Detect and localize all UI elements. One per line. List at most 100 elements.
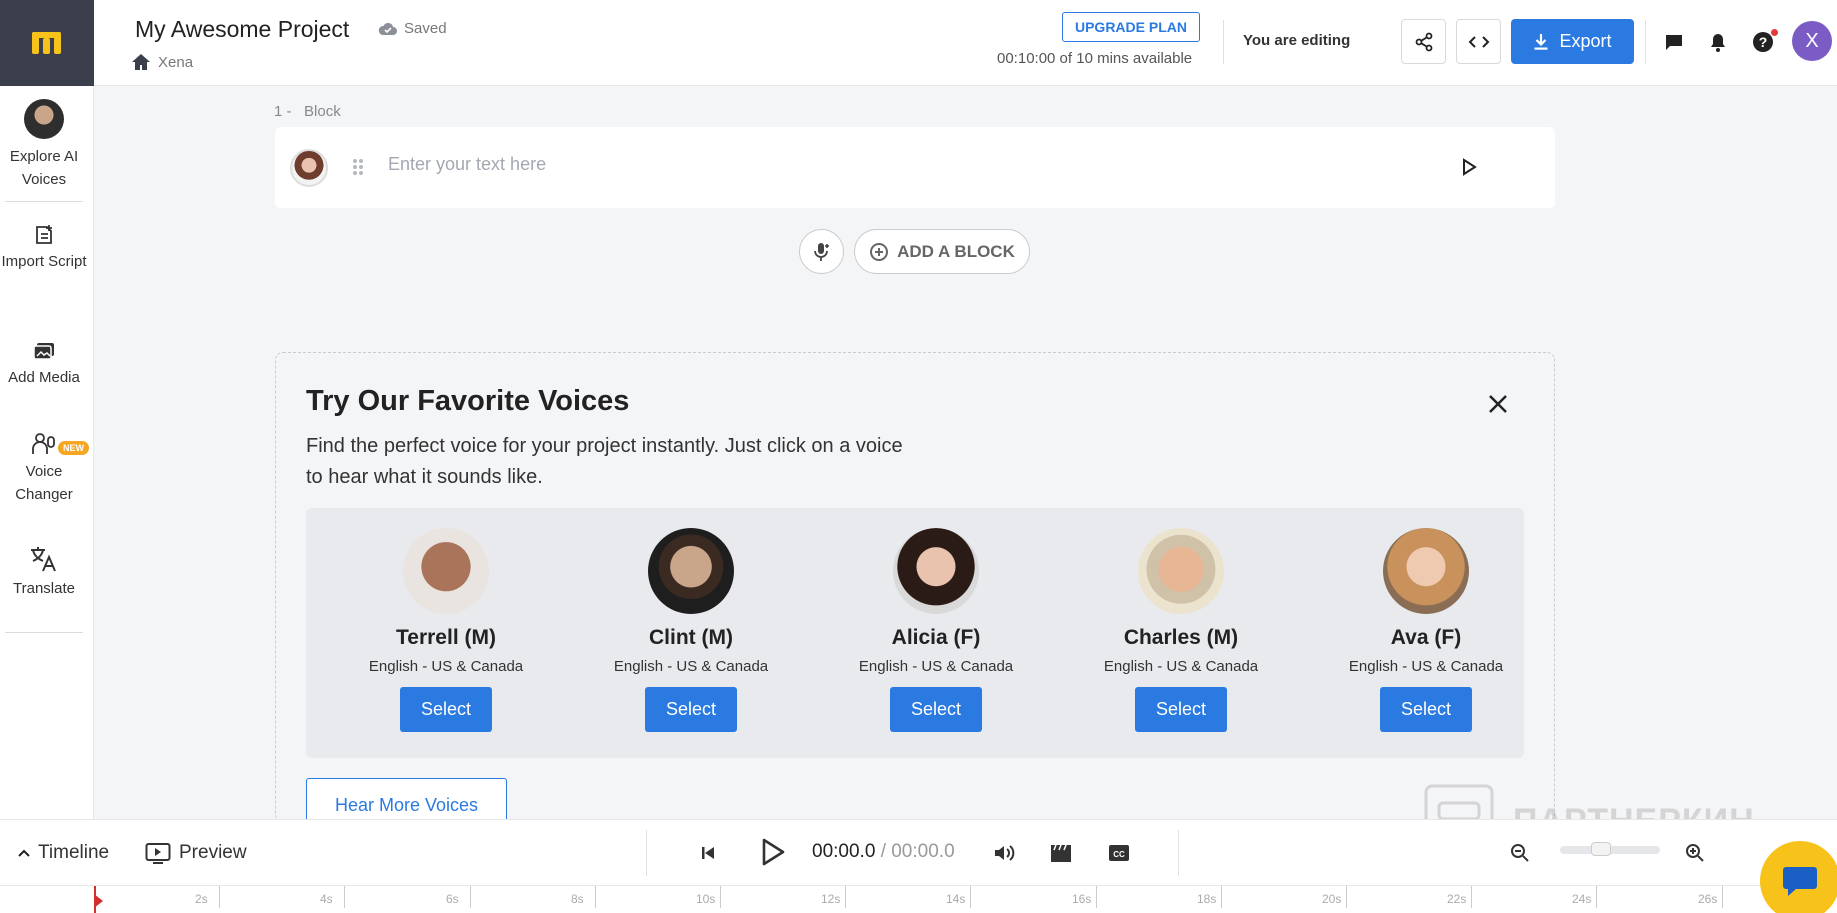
total-time: / 00:00.0 <box>880 841 955 862</box>
voice-card-alicia[interactable]: Alicia (F) English - US & Canada Select <box>836 508 1036 732</box>
sidebar-item-label: Import Script <box>1 253 87 270</box>
voice-card-ava[interactable]: Ava (F) English - US & Canada Select <box>1326 508 1526 732</box>
notifications-button[interactable] <box>1706 30 1730 54</box>
bell-icon <box>1711 34 1725 52</box>
project-title[interactable]: My Awesome Project <box>135 16 349 43</box>
voice-avatar <box>24 99 64 139</box>
skip-back-icon <box>702 847 714 859</box>
voice-name: Clint (M) <box>649 626 733 649</box>
timeline-toggle[interactable]: Timeline <box>18 842 109 864</box>
share-button[interactable] <box>1401 19 1446 64</box>
select-voice-button[interactable]: Select <box>1380 687 1472 732</box>
add-block-button[interactable]: ADD A BLOCK <box>854 229 1030 274</box>
divider <box>1178 830 1179 876</box>
sidebar-item-translate[interactable]: Translate <box>0 545 88 600</box>
block-voice-avatar[interactable] <box>290 149 328 187</box>
skip-back-button[interactable] <box>695 840 721 866</box>
embed-code-button[interactable] <box>1456 19 1501 64</box>
playhead-marker[interactable] <box>94 894 103 908</box>
drag-handle-icon[interactable] <box>352 158 364 176</box>
sidebar-item-import-script[interactable]: Import Script <box>0 224 88 273</box>
preview-icon <box>145 843 171 864</box>
zoom-in-icon <box>1686 844 1704 862</box>
breadcrumb[interactable]: Xena <box>131 53 193 71</box>
voice-card-clint[interactable]: Clint (M) English - US & Canada Select <box>591 508 791 732</box>
ruler-tick <box>1596 886 1597 908</box>
ruler-tick-label: 4s <box>320 892 333 906</box>
divider <box>1645 20 1646 64</box>
record-voice-button[interactable] <box>799 229 844 274</box>
ruler-tick-label: 8s <box>571 892 584 906</box>
sidebar-item-explore-ai-voices[interactable]: Explore AI Voices <box>0 99 88 191</box>
ruler-tick <box>720 886 721 908</box>
play-block-icon[interactable] <box>1459 157 1479 177</box>
logo-icon <box>32 32 61 54</box>
ruler-tick <box>1221 886 1222 908</box>
zoom-out-icon <box>1511 844 1529 862</box>
volume-icon <box>995 845 1015 861</box>
voice-card-charles[interactable]: Charles (M) English - US & Canada Select <box>1081 508 1281 732</box>
timeline-ruler[interactable]: 2s 4s 6s 8s 10s 12s 14s 16s 18s 20s 22s 24s 26s <box>0 885 1837 913</box>
editing-status: You are editing <box>1243 32 1351 49</box>
save-status-label: Saved <box>404 20 447 37</box>
voice-language: English - US & Canada <box>613 658 769 675</box>
ruler-tick <box>1096 886 1097 908</box>
chat-icon <box>1783 867 1817 896</box>
select-voice-button[interactable]: Select <box>890 687 982 732</box>
timeline-label: Timeline <box>38 842 110 863</box>
select-voice-button[interactable]: Select <box>400 687 492 732</box>
favorite-voices-panel: Try Our Favorite Voices Find the perfect… <box>275 352 1555 832</box>
playback-time: 00:00.0 / 00:00.0 <box>812 841 955 863</box>
preview-button[interactable]: Preview <box>145 842 247 864</box>
code-icon <box>1468 35 1489 48</box>
captions-button[interactable]: CC <box>1106 840 1132 866</box>
ruler-tick <box>470 886 471 908</box>
translate-icon <box>31 547 56 572</box>
ruler-tick-label: 18s <box>1197 892 1217 906</box>
import-script-icon <box>36 225 52 244</box>
save-status: Saved <box>378 20 447 37</box>
play-button[interactable] <box>757 836 789 868</box>
ruler-tick-label: 22s <box>1447 892 1467 906</box>
divider <box>646 830 647 876</box>
voice-avatar <box>1383 528 1469 614</box>
ruler-tick-label: 14s <box>946 892 966 906</box>
scenes-button[interactable] <box>1048 840 1074 866</box>
microphone-icon <box>813 242 829 261</box>
play-icon <box>762 838 785 866</box>
voice-name: Alicia (F) <box>891 626 981 649</box>
clapperboard-icon <box>1051 844 1071 862</box>
voice-language: English - US & Canada <box>368 658 524 675</box>
new-badge: NEW <box>58 441 89 455</box>
select-voice-button[interactable]: Select <box>645 687 737 732</box>
ruler-tick-label: 20s <box>1322 892 1342 906</box>
share-icon <box>1415 32 1432 51</box>
user-avatar[interactable]: X <box>1792 21 1832 61</box>
volume-button[interactable] <box>991 840 1017 866</box>
breadcrumb-workspace[interactable]: Xena <box>158 54 193 71</box>
support-chat-button[interactable] <box>1760 841 1837 913</box>
export-button[interactable]: Export <box>1511 19 1634 64</box>
sidebar-item-label: Explore AI Voices <box>9 148 79 188</box>
add-media-icon <box>33 343 54 360</box>
sidebar-item-add-media[interactable]: Add Media <box>0 340 88 389</box>
top-bar: My Awesome Project Saved Xena UPGRADE PL… <box>0 0 1837 86</box>
select-voice-button[interactable]: Select <box>1135 687 1227 732</box>
block-text-input[interactable] <box>388 154 1368 175</box>
favorite-voices-title: Try Our Favorite Voices <box>306 385 630 417</box>
zoom-in-button[interactable] <box>1682 840 1708 866</box>
ruler-tick <box>1722 886 1723 908</box>
zoom-slider-handle[interactable] <box>1591 842 1611 856</box>
zoom-out-button[interactable] <box>1507 840 1533 866</box>
close-icon[interactable] <box>1487 393 1509 415</box>
voice-card-terrell[interactable]: Terrell (M) English - US & Canada Select <box>346 508 546 732</box>
app-logo[interactable] <box>0 0 94 86</box>
sidebar-item-label: Translate <box>13 580 75 597</box>
voice-language: English - US & Canada <box>1103 658 1259 675</box>
comments-button[interactable] <box>1662 30 1686 54</box>
voice-language: English - US & Canada <box>858 658 1014 675</box>
voice-name: Ava (F) <box>1390 626 1462 649</box>
ruler-tick-label: 6s <box>446 892 459 906</box>
ruler-tick <box>970 886 971 908</box>
upgrade-plan-button[interactable]: UPGRADE PLAN <box>1062 12 1200 42</box>
